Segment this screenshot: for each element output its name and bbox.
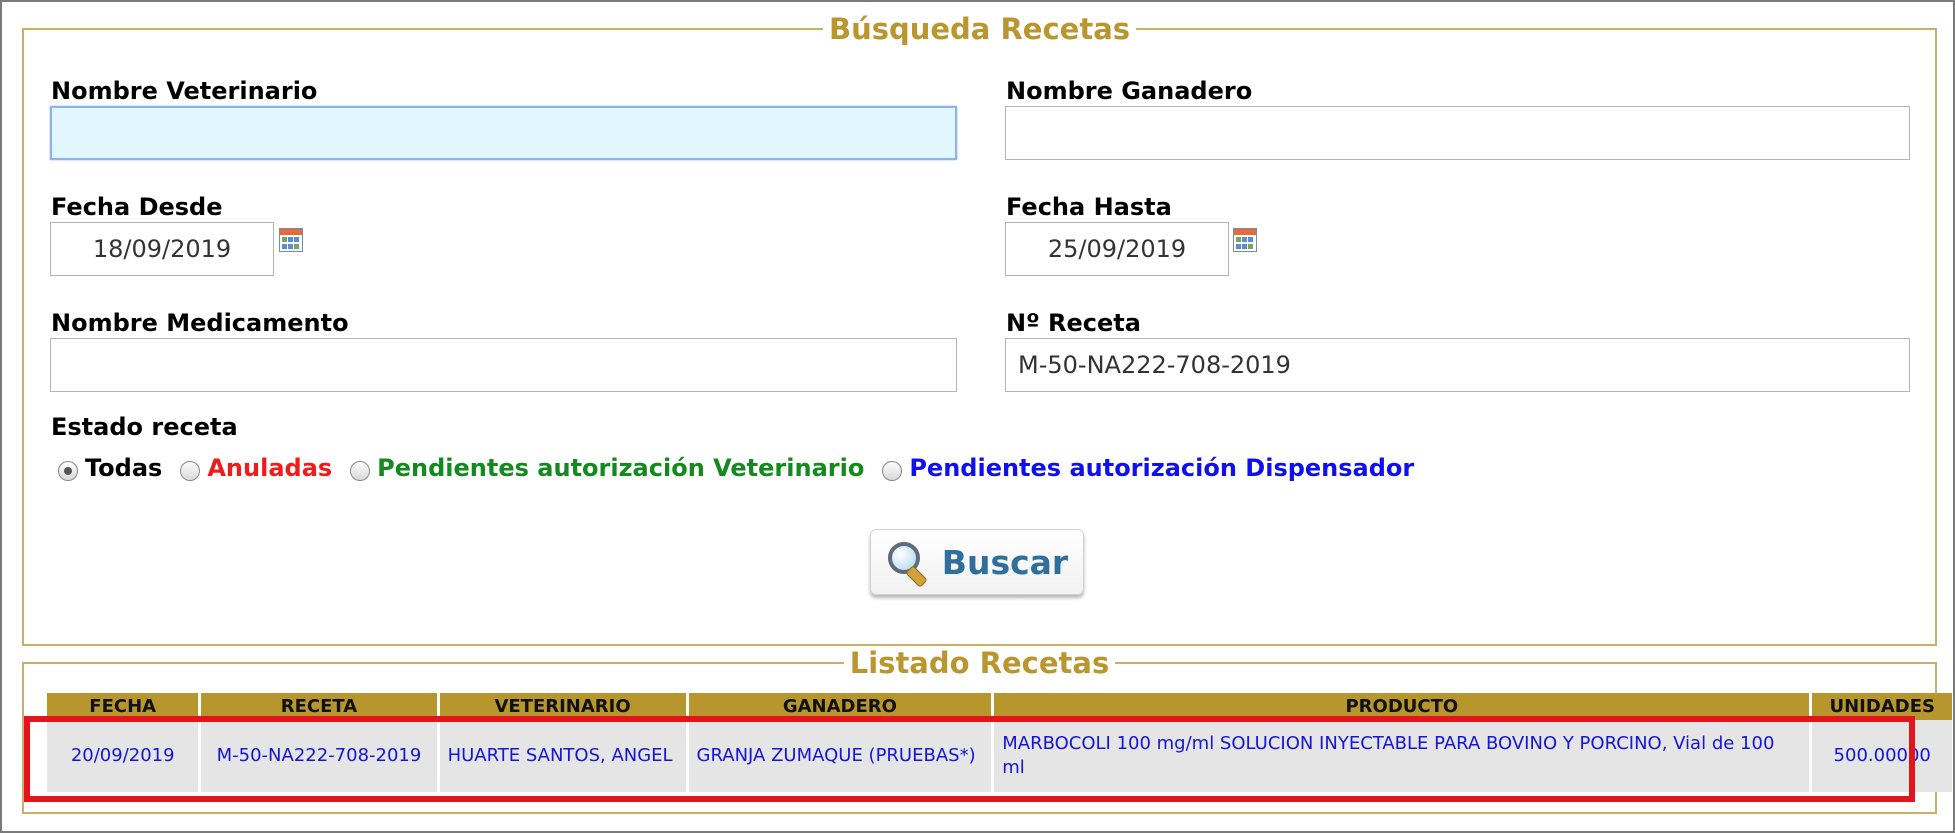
cell-ganadero[interactable]: GRANJA ZUMAQUE (PRUEBAS*) <box>688 720 992 792</box>
radio-anuladas[interactable] <box>180 461 201 481</box>
estado-radio-group: Todas Anuladas Pendientes autorización V… <box>58 454 1432 482</box>
fecha-hasta-label: Fecha Hasta <box>1006 193 1172 221</box>
medicamento-label: Nombre Medicamento <box>51 309 349 337</box>
radio-pend-disp[interactable] <box>882 461 903 481</box>
radio-pend-vet[interactable] <box>350 461 371 481</box>
results-table-wrap: FECHA RECETA VETERINARIO GANADERO PRODUC… <box>44 693 1955 792</box>
radio-anuladas-label[interactable]: Anuladas <box>207 454 332 482</box>
table-header-row: FECHA RECETA VETERINARIO GANADERO PRODUC… <box>47 693 1952 720</box>
estado-label: Estado receta <box>51 413 238 441</box>
fecha-desde-input[interactable] <box>50 222 274 276</box>
radio-pend-vet-label[interactable]: Pendientes autorización Veterinario <box>377 454 864 482</box>
listado-legend: Listado Recetas <box>849 646 1110 680</box>
ganadero-input[interactable] <box>1005 106 1910 160</box>
cell-unidades[interactable]: 500.00000 <box>1812 720 1952 792</box>
radio-pend-disp-label[interactable]: Pendientes autorización Dispensador <box>909 454 1414 482</box>
fecha-hasta-input[interactable] <box>1005 222 1229 276</box>
results-table: FECHA RECETA VETERINARIO GANADERO PRODUC… <box>44 693 1955 792</box>
cell-fecha[interactable]: 20/09/2019 <box>47 720 199 792</box>
cell-receta[interactable]: M-50-NA222-708-2019 <box>201 720 437 792</box>
receta-input[interactable] <box>1005 338 1910 392</box>
magnifier-icon <box>886 540 930 588</box>
calendar-icon[interactable] <box>1233 228 1257 252</box>
medicamento-input[interactable] <box>50 338 957 392</box>
col-receta-header[interactable]: RECETA <box>201 693 437 720</box>
col-producto-header[interactable]: PRODUCTO <box>994 693 1810 720</box>
col-fecha-header[interactable]: FECHA <box>47 693 199 720</box>
receta-label: Nº Receta <box>1006 309 1141 337</box>
col-unidades-header[interactable]: UNIDADES <box>1812 693 1952 720</box>
vet-label: Nombre Veterinario <box>51 77 318 105</box>
fecha-desde-label: Fecha Desde <box>51 193 223 221</box>
radio-todas[interactable] <box>58 461 78 481</box>
col-veterinario-header[interactable]: VETERINARIO <box>439 693 686 720</box>
vet-input[interactable] <box>50 106 957 160</box>
search-legend: Búsqueda Recetas <box>828 12 1131 46</box>
col-ganadero-header[interactable]: GANADERO <box>688 693 992 720</box>
ganadero-label: Nombre Ganadero <box>1006 77 1253 105</box>
table-row[interactable]: 20/09/2019 M-50-NA222-708-2019 HUARTE SA… <box>47 720 1952 792</box>
cell-producto[interactable]: MARBOCOLI 100 mg/ml SOLUCION INYECTABLE … <box>994 720 1810 792</box>
buscar-button[interactable]: Buscar <box>870 529 1084 595</box>
calendar-icon[interactable] <box>279 228 303 252</box>
cell-veterinario[interactable]: HUARTE SANTOS, ANGEL <box>439 720 686 792</box>
buscar-label: Buscar <box>941 542 1069 582</box>
radio-todas-label[interactable]: Todas <box>85 454 162 482</box>
